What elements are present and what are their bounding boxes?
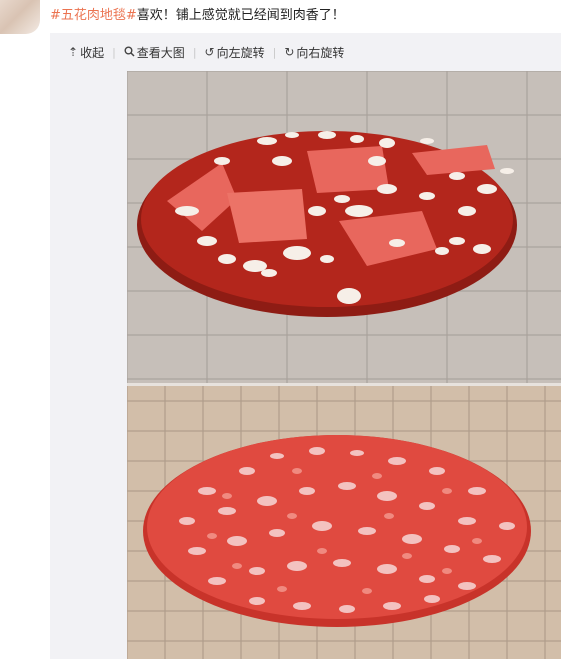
rotate-left-button[interactable]: ↺ 向左旋转 — [205, 44, 265, 61]
toolbar-divider: | — [272, 45, 277, 59]
rug-photo — [127, 71, 561, 659]
toolbar-divider: | — [192, 45, 197, 59]
view-large-button[interactable]: 查看大图 — [124, 44, 185, 61]
collapse-label: 收起 — [80, 45, 105, 60]
post-body: 喜欢！铺上感觉就已经闻到肉香了！ — [136, 8, 345, 23]
avatar[interactable] — [0, 0, 40, 34]
rotate-left-label: 向左旋转 — [216, 45, 265, 60]
image-toolbar: ⇡ 收起 | 查看大图 | ↺ 向左旋转 | ↻ 向右旋转 — [50, 33, 561, 71]
rug-bottom — [147, 435, 527, 619]
image-card: ⇡ 收起 | 查看大图 | ↺ 向左旋转 | ↻ 向右旋转 — [50, 33, 561, 659]
collapse-button[interactable]: ⇡ 收起 — [68, 44, 104, 61]
arrow-up-icon: ⇡ — [68, 45, 79, 59]
rotate-right-label: 向右旋转 — [296, 45, 345, 60]
view-large-label: 查看大图 — [136, 45, 185, 60]
photo-divider — [127, 383, 561, 386]
rotate-right-button[interactable]: ↻ 向右旋转 — [284, 44, 344, 61]
rotate-left-icon: ↺ — [204, 45, 215, 59]
post-image[interactable] — [127, 71, 561, 659]
toolbar-divider: | — [112, 45, 116, 59]
hashtag-link[interactable]: #五花肉地毯# — [50, 8, 137, 23]
search-icon — [124, 46, 135, 59]
post-text: #五花肉地毯#喜欢！铺上感觉就已经闻到肉香了！ — [50, 7, 345, 25]
rotate-right-icon: ↻ — [284, 45, 295, 59]
